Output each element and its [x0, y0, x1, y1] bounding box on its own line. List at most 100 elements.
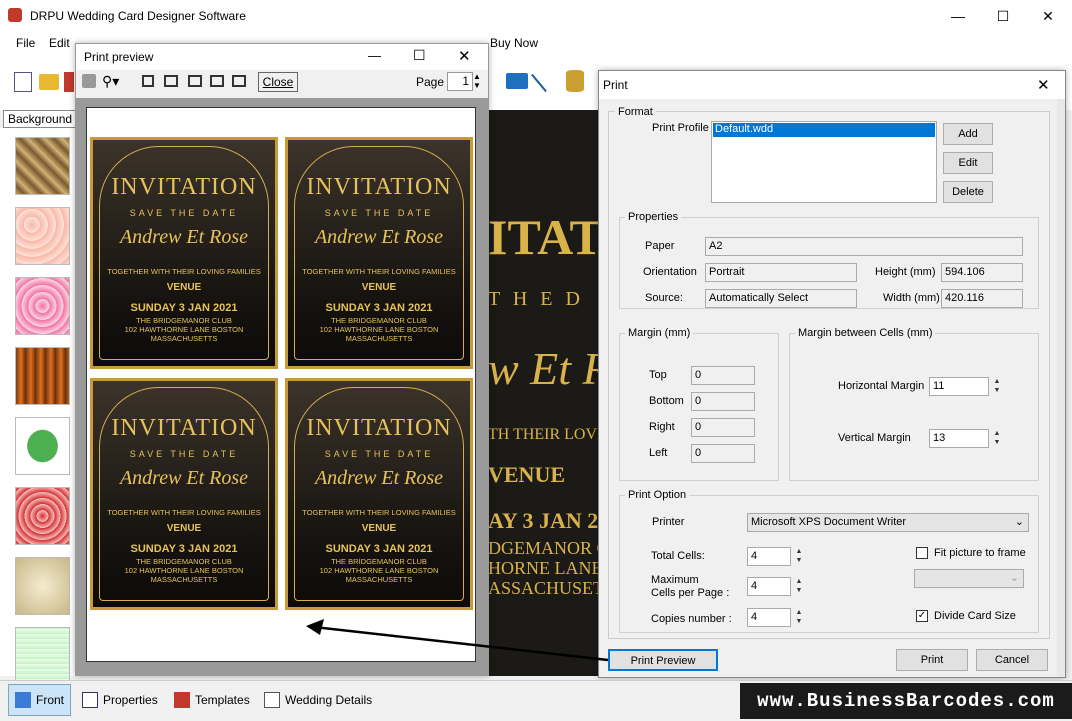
- three-page-icon[interactable]: [188, 75, 202, 87]
- width-field[interactable]: 420.116: [941, 289, 1023, 308]
- orientation-label: Orientation: [643, 266, 697, 278]
- menu-edit[interactable]: Edit: [49, 36, 70, 50]
- tab-properties[interactable]: Properties: [76, 684, 164, 716]
- total-cells-spinner[interactable]: ▲ ▼: [792, 547, 806, 565]
- close-preview-icon[interactable]: ✕: [458, 47, 471, 65]
- print-button[interactable]: Print: [896, 649, 968, 671]
- close-window-button[interactable]: ✕: [1025, 0, 1071, 32]
- background-thumb[interactable]: [15, 347, 70, 405]
- new-icon[interactable]: [14, 72, 32, 92]
- vertical-margin-spinner[interactable]: ▲ ▼: [990, 429, 1004, 447]
- edit-button[interactable]: Edit: [943, 152, 993, 174]
- canvas-text: AY 3 JAN 2: [488, 508, 599, 533]
- copies-label: Copies number :: [651, 613, 732, 625]
- six-page-icon[interactable]: [232, 75, 246, 87]
- two-page-icon[interactable]: [164, 75, 178, 87]
- card-address: THE BRIDGEMANOR CLUB 102 HAWTHORNE LANE B…: [319, 316, 439, 343]
- minimize-button[interactable]: —: [368, 48, 381, 63]
- max-cells-spinner[interactable]: ▲ ▼: [792, 577, 806, 595]
- background-thumb[interactable]: [15, 627, 70, 685]
- background-tab[interactable]: Background: [3, 110, 77, 128]
- left-field[interactable]: 0: [691, 444, 755, 463]
- max-cells-input[interactable]: 4: [747, 577, 791, 596]
- card-invitation: INVITATION: [111, 174, 257, 200]
- four-page-icon[interactable]: [210, 75, 224, 87]
- tab-front[interactable]: Front: [8, 684, 72, 716]
- page-input[interactable]: 1: [447, 72, 473, 91]
- delete-icon[interactable]: [64, 72, 74, 92]
- height-field[interactable]: 594.106: [941, 263, 1023, 282]
- card-together: TOGETHER WITH THEIR LOVING FAMILIES: [302, 267, 456, 276]
- total-cells-label: Total Cells:: [651, 550, 705, 562]
- background-thumb[interactable]: [15, 277, 70, 335]
- cancel-button[interactable]: Cancel: [976, 649, 1048, 671]
- scrollbar[interactable]: [1057, 99, 1065, 677]
- right-field[interactable]: 0: [691, 418, 755, 437]
- print-preview-button[interactable]: Print Preview: [608, 649, 718, 671]
- maximize-button[interactable]: ☐: [980, 0, 1026, 32]
- copies-input[interactable]: 4: [747, 608, 791, 627]
- vertical-margin-label: Vertical Margin: [838, 432, 911, 444]
- max-cells-label: Maximum Cells per Page :: [651, 574, 730, 599]
- mail-icon[interactable]: [506, 73, 528, 89]
- vertical-margin-input[interactable]: 13: [929, 429, 989, 448]
- copies-spinner[interactable]: ▲ ▼: [792, 608, 806, 626]
- details-icon: [264, 692, 280, 708]
- card-date: SUNDAY 3 JAN 2021: [325, 543, 433, 555]
- minimize-button[interactable]: —: [935, 0, 981, 32]
- brand-banner: www.BusinessBarcodes.com: [740, 683, 1072, 719]
- card-cell: INVITATION SAVE THE DATE Andrew Et Rose …: [285, 378, 473, 610]
- orientation-field[interactable]: Portrait: [705, 263, 857, 282]
- margin-label: Margin (mm): [625, 327, 694, 339]
- print-profile-label: Print Profile: [652, 122, 709, 134]
- background-thumb[interactable]: [15, 137, 70, 195]
- card-names: Andrew Et Rose: [119, 467, 249, 489]
- zoom-icon[interactable]: ⚲▾: [102, 73, 119, 90]
- horizontal-margin-spinner[interactable]: ▲ ▼: [990, 377, 1004, 395]
- divide-card-checkbox[interactable]: ✓: [916, 610, 928, 622]
- tab-wedding-details[interactable]: Wedding Details: [258, 684, 378, 716]
- add-button[interactable]: Add: [943, 123, 993, 145]
- total-cells-input[interactable]: 4: [747, 547, 791, 566]
- card-venue: VENUE: [361, 523, 397, 534]
- one-page-icon[interactable]: [142, 75, 154, 87]
- page-spinner[interactable]: ▲ ▼: [473, 72, 481, 90]
- left-label: Left: [649, 447, 668, 459]
- background-thumb[interactable]: [15, 557, 70, 615]
- background-thumb[interactable]: [15, 207, 70, 265]
- print-title: Print: [603, 78, 628, 92]
- canvas-text: ASSACHUSETT: [488, 578, 616, 598]
- profile-item[interactable]: Default.wdd: [713, 123, 935, 137]
- horizontal-margin-input[interactable]: 11: [929, 377, 989, 396]
- background-thumb[interactable]: [15, 417, 70, 475]
- open-icon[interactable]: [39, 74, 59, 90]
- paper-field[interactable]: A2: [705, 237, 1023, 256]
- background-thumb[interactable]: [15, 487, 70, 545]
- close-print-icon[interactable]: ✕: [1037, 76, 1050, 94]
- database-icon[interactable]: [566, 70, 584, 92]
- card-save-date: SAVE THE DATE: [324, 449, 434, 459]
- bottom-field[interactable]: 0: [691, 392, 755, 411]
- card-date: SUNDAY 3 JAN 2021: [130, 543, 238, 555]
- tab-templates[interactable]: Templates: [168, 684, 256, 716]
- maximize-button[interactable]: ☐: [413, 47, 426, 64]
- arrow-annotation: [306, 619, 609, 662]
- fit-picture-checkbox[interactable]: [916, 547, 928, 559]
- delete-button[interactable]: Delete: [943, 181, 993, 203]
- print-icon[interactable]: [82, 74, 96, 88]
- templates-icon: [174, 692, 190, 708]
- fit-mode-select[interactable]: ⌄: [914, 569, 1024, 588]
- card-names: Andrew Et Rose: [314, 226, 444, 248]
- menu-file[interactable]: File: [16, 36, 35, 50]
- card-date: SUNDAY 3 JAN 2021: [325, 302, 433, 314]
- design-canvas[interactable]: ITATI T H E D w Et R TH THEIR LOVI VENUE…: [488, 110, 622, 676]
- printer-select[interactable]: Microsoft XPS Document Writer ⌄: [747, 513, 1029, 532]
- menu-buy-now[interactable]: Buy Now: [490, 36, 538, 50]
- properties-icon: [82, 692, 98, 708]
- card-save-date: SAVE THE DATE: [129, 208, 239, 218]
- top-field[interactable]: 0: [691, 366, 755, 385]
- source-field[interactable]: Automatically Select: [705, 289, 857, 308]
- card-venue: VENUE: [361, 282, 397, 293]
- card-venue: VENUE: [166, 282, 202, 293]
- close-button[interactable]: Close: [258, 72, 298, 92]
